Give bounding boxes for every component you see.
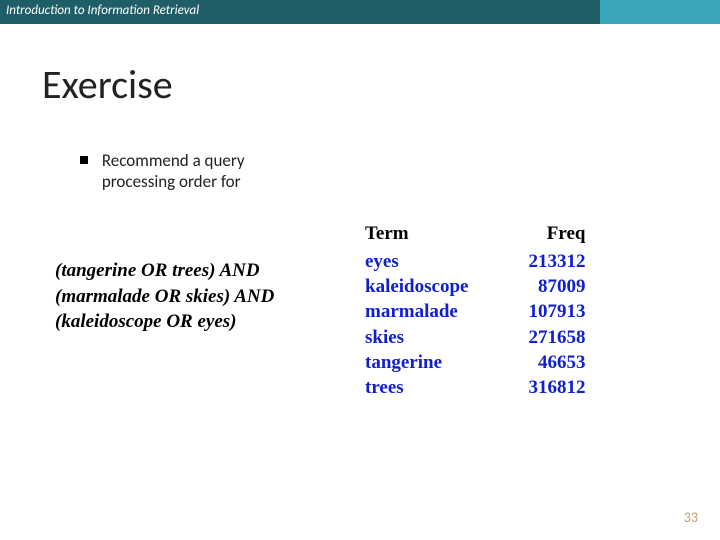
page-number: 33: [684, 509, 698, 526]
col-header-freq: Freq: [468, 223, 585, 249]
term-cell: eyes: [365, 249, 468, 274]
table-row: trees 316812: [365, 375, 585, 400]
table-row: eyes 213312: [365, 249, 585, 274]
freq-cell: 271658: [468, 325, 585, 350]
term-freq-table: Term Freq eyes 213312 kaleidoscope 87009…: [365, 223, 585, 400]
table-row: marmalade 107913: [365, 299, 585, 324]
term-cell: skies: [365, 325, 468, 350]
bullet-item: Recommend a query processing order for: [80, 150, 330, 193]
header-accent: [600, 0, 720, 24]
page-title: Exercise: [42, 60, 173, 109]
table-header-row: Term Freq: [365, 223, 585, 249]
freq-cell: 107913: [468, 299, 585, 324]
term-cell: marmalade: [365, 299, 468, 324]
bullet-text: Recommend a query processing order for: [102, 150, 302, 193]
table-row: kaleidoscope 87009: [365, 274, 585, 299]
query-line: (kaleidoscope OR eyes): [55, 309, 274, 335]
query-expression: (tangerine OR trees) AND (marmalade OR s…: [55, 258, 274, 335]
query-line: (tangerine OR trees) AND: [55, 258, 274, 284]
table-row: skies 271658: [365, 325, 585, 350]
square-bullet-icon: [80, 156, 88, 164]
term-cell: trees: [365, 375, 468, 400]
freq-cell: 46653: [468, 350, 585, 375]
table-row: tangerine 46653: [365, 350, 585, 375]
header-bar: Introduction to Information Retrieval: [0, 0, 720, 24]
query-line: (marmalade OR skies) AND: [55, 284, 274, 310]
freq-cell: 316812: [468, 375, 585, 400]
header-title: Introduction to Information Retrieval: [6, 3, 199, 18]
term-cell: tangerine: [365, 350, 468, 375]
freq-cell: 87009: [468, 274, 585, 299]
col-header-term: Term: [365, 223, 468, 249]
term-cell: kaleidoscope: [365, 274, 468, 299]
freq-cell: 213312: [468, 249, 585, 274]
